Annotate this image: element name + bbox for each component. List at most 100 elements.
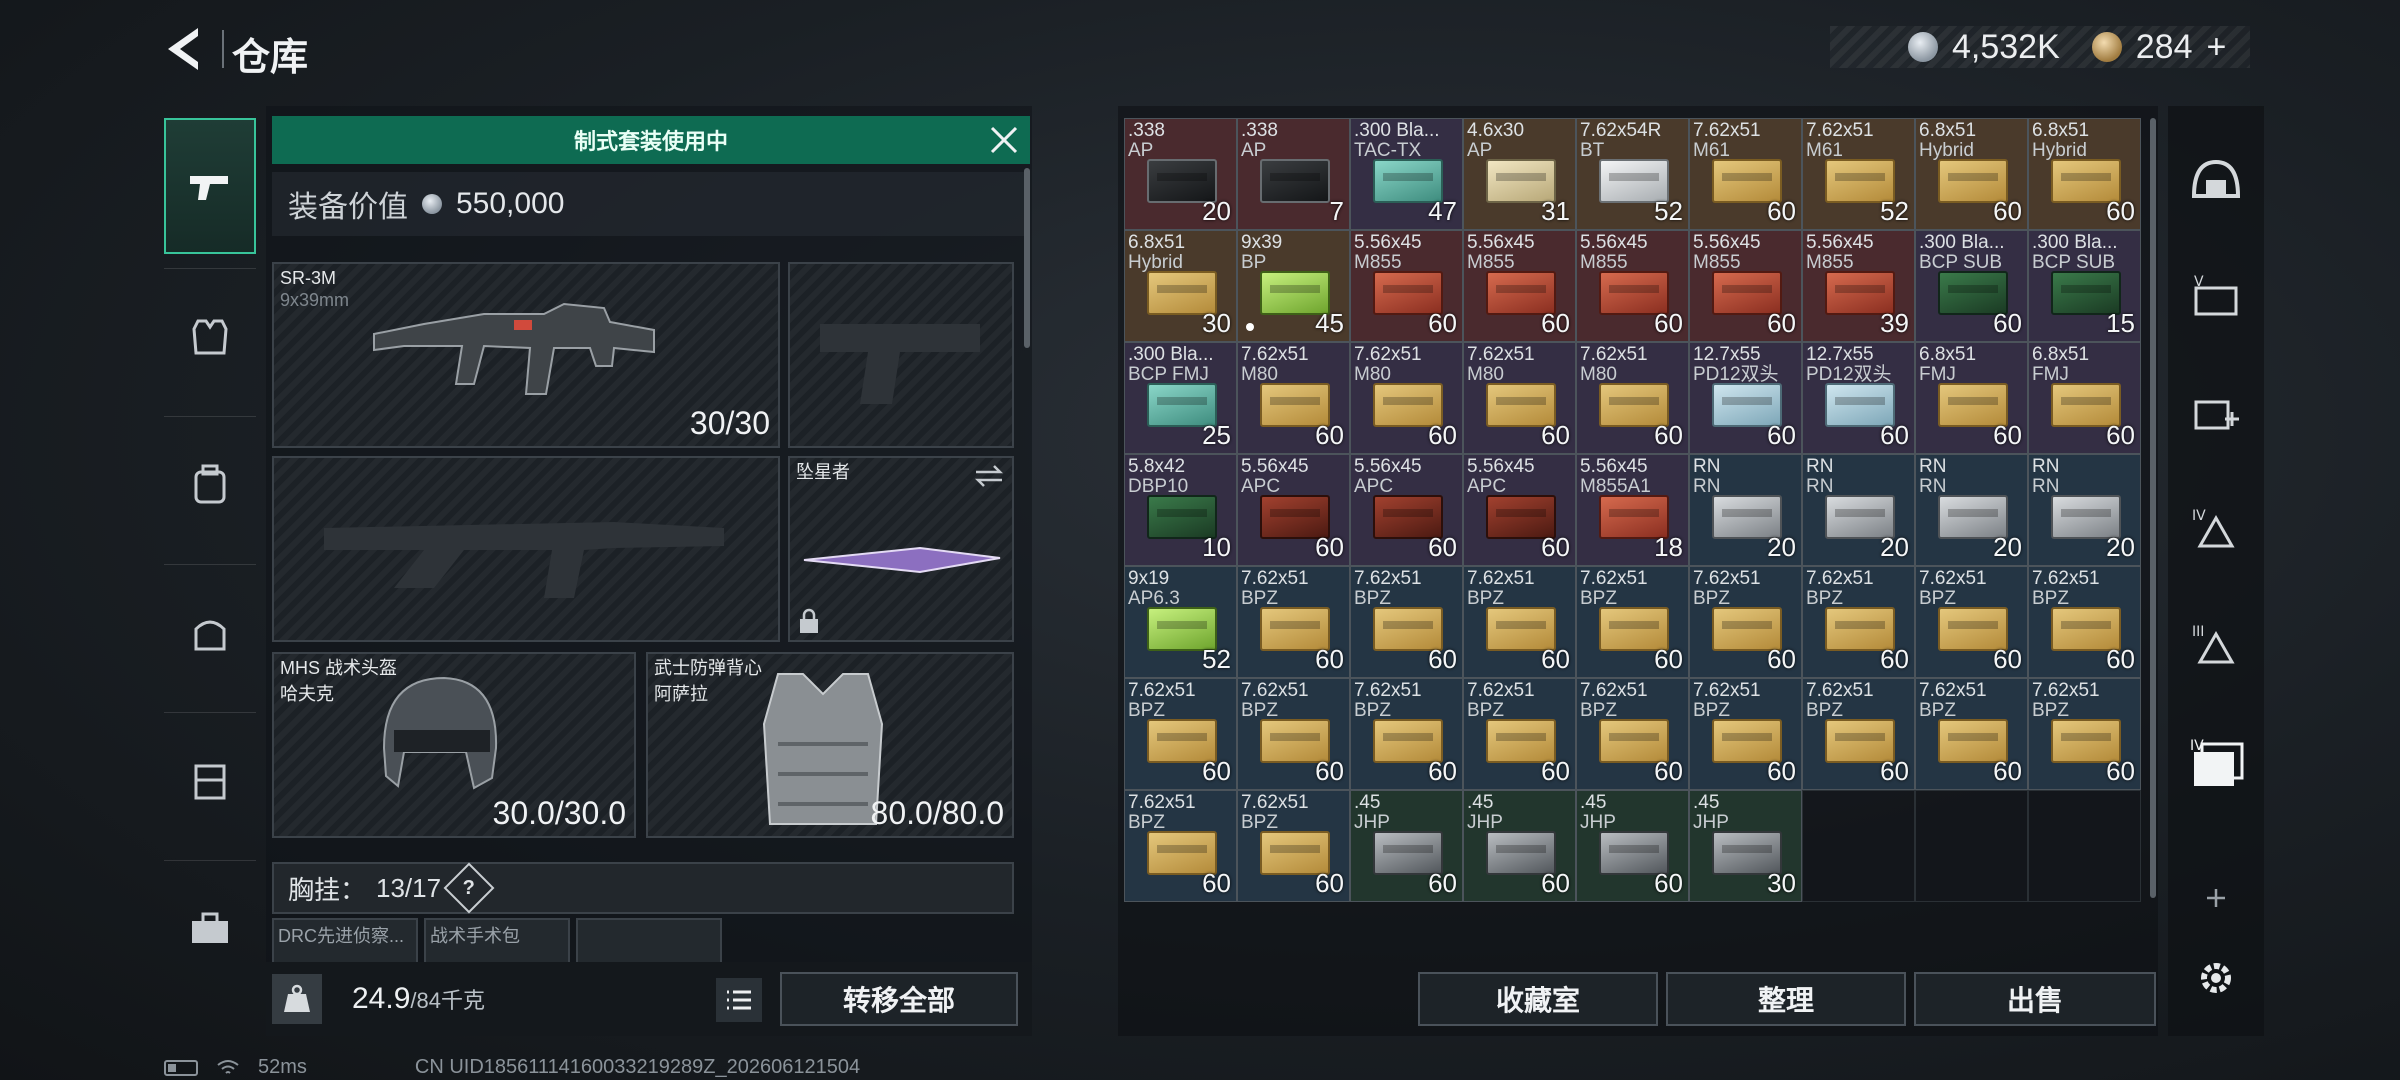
category-backpack[interactable] <box>164 416 256 552</box>
inventory-item[interactable]: 7.62x51 M80 60 <box>1576 342 1689 454</box>
pistol-slot[interactable] <box>788 262 1014 448</box>
item-caliber: 7.62x51 <box>2032 568 2100 589</box>
inventory-item[interactable]: 5.56x45 APC 60 <box>1350 454 1463 566</box>
armor-iii-filter-icon[interactable]: III <box>2176 606 2256 686</box>
inventory-item[interactable]: 7.62x51 BPZ 60 <box>1576 566 1689 678</box>
close-preset-button[interactable] <box>986 122 1022 158</box>
inventory-item[interactable]: 9x39 BP 45 <box>1237 230 1350 342</box>
inventory-item[interactable]: .300 Bla... TAC-TX 47 <box>1350 118 1463 230</box>
inventory-item[interactable]: .300 Bla... BCP FMJ 25 <box>1124 342 1237 454</box>
chest-rig-row[interactable]: 胸挂： 13/17 ? <box>272 862 1014 914</box>
helmet-filter-icon[interactable] <box>2176 140 2256 220</box>
inventory-item[interactable]: RN RN 20 <box>2028 454 2141 566</box>
category-rig[interactable] <box>164 712 256 848</box>
inventory-item[interactable]: .45 JHP 60 <box>1463 790 1576 902</box>
add-filter-button[interactable] <box>2176 858 2256 938</box>
inventory-item[interactable]: 7.62x51 BPZ 60 <box>1802 678 1915 790</box>
inventory-item[interactable]: .300 Bla... BCP SUB 60 <box>1915 230 2028 342</box>
category-bag[interactable] <box>164 564 256 700</box>
inventory-item[interactable]: 7.62x51 M61 52 <box>1802 118 1915 230</box>
inventory-item[interactable]: 7.62x51 BPZ 60 <box>1576 678 1689 790</box>
armor-slot[interactable]: 武士防弹背心 阿萨拉 80.0/80.0 <box>646 652 1014 838</box>
inventory-item[interactable]: 6.8x51 FMJ 60 <box>2028 342 2141 454</box>
inventory-item[interactable]: 7.62x51 BPZ 60 <box>1237 566 1350 678</box>
inventory-item[interactable]: 7.62x51 BPZ 60 <box>1350 566 1463 678</box>
case-iv-filter-icon[interactable]: IV <box>2176 726 2256 806</box>
inventory-scrollbar[interactable] <box>2150 118 2156 898</box>
inventory-item[interactable]: 7.62x51 BPZ 60 <box>2028 678 2141 790</box>
inventory-item[interactable]: 6.8x51 Hybrid 60 <box>1915 118 2028 230</box>
inventory-item[interactable]: 7.62x51 BPZ 60 <box>2028 566 2141 678</box>
inventory-item[interactable]: RN RN 20 <box>1915 454 2028 566</box>
inventory-item[interactable]: 7.62x51 BPZ 60 <box>1689 678 1802 790</box>
empty-slot[interactable] <box>2028 790 2141 902</box>
empty-slot[interactable] <box>1915 790 2028 902</box>
inventory-item[interactable]: 5.56x45 APC 60 <box>1463 454 1576 566</box>
medkit-filter-icon[interactable] <box>2176 372 2256 452</box>
transfer-all-button[interactable]: 转移全部 <box>780 972 1018 1026</box>
inventory-item[interactable]: RN RN 20 <box>1802 454 1915 566</box>
inventory-item[interactable]: 12.7x55 PD12双头 60 <box>1689 342 1802 454</box>
inventory-item[interactable]: 9x19 AP6.3 52 <box>1124 566 1237 678</box>
back-button[interactable] <box>160 22 210 76</box>
inventory-item[interactable]: 7.62x51 BPZ 60 <box>1237 678 1350 790</box>
armor-iv-filter-icon[interactable]: IV <box>2176 490 2256 570</box>
inventory-item[interactable]: 7.62x51 BPZ 60 <box>1802 566 1915 678</box>
inventory-item[interactable]: 6.8x51 Hybrid 60 <box>2028 118 2141 230</box>
category-armor[interactable] <box>164 268 256 404</box>
settings-button[interactable] <box>2176 938 2256 1018</box>
category-tools[interactable] <box>164 860 256 996</box>
collection-room-button[interactable]: 收藏室 <box>1418 972 1658 1026</box>
inventory-item[interactable]: 6.8x51 Hybrid 30 <box>1124 230 1237 342</box>
add-currency-button[interactable]: + <box>2207 28 2227 67</box>
sort-button[interactable]: 整理 <box>1666 972 1906 1026</box>
help-icon[interactable]: ? <box>443 862 495 914</box>
loadout-scrollbar[interactable] <box>1024 168 1030 348</box>
sell-button[interactable]: 出售 <box>1914 972 2156 1026</box>
inventory-item[interactable]: 5.56x45 M855A1 18 <box>1576 454 1689 566</box>
armor-v-filter-icon[interactable]: V <box>2176 256 2256 336</box>
inventory-item[interactable]: .300 Bla... BCP SUB 15 <box>2028 230 2141 342</box>
inventory-item[interactable]: 4.6x30 AP 31 <box>1463 118 1576 230</box>
rig-item-slot[interactable]: 战术手术包 <box>424 918 570 964</box>
inventory-item[interactable]: 7.62x51 BPZ 60 <box>1237 790 1350 902</box>
inventory-item[interactable]: 7.62x51 BPZ 60 <box>1915 678 2028 790</box>
helmet-slot[interactable]: MHS 战术头盔 哈夫克 30.0/30.0 <box>272 652 636 838</box>
inventory-item[interactable]: .45 JHP 60 <box>1576 790 1689 902</box>
rig-item-slot[interactable] <box>576 918 722 964</box>
inventory-item[interactable]: 7.62x51 BPZ 60 <box>1915 566 2028 678</box>
inventory-item[interactable]: 7.62x51 BPZ 60 <box>1463 678 1576 790</box>
inventory-item[interactable]: .45 JHP 30 <box>1689 790 1802 902</box>
list-view-button[interactable] <box>716 978 762 1022</box>
inventory-item[interactable]: 5.56x45 APC 60 <box>1237 454 1350 566</box>
inventory-item[interactable]: 5.8x42 DBP10 10 <box>1124 454 1237 566</box>
melee-slot[interactable]: 坠星者 <box>788 456 1014 642</box>
empty-slot[interactable] <box>1802 790 1915 902</box>
category-weapons[interactable] <box>164 118 256 254</box>
inventory-item[interactable]: 5.56x45 M855 60 <box>1689 230 1802 342</box>
inventory-item[interactable]: 7.62x51 BPZ 60 <box>1124 790 1237 902</box>
inventory-item[interactable]: 7.62x54R BT 52 <box>1576 118 1689 230</box>
secondary-weapon-slot[interactable] <box>272 456 780 642</box>
inventory-item[interactable]: RN RN 20 <box>1689 454 1802 566</box>
inventory-item[interactable]: .338 AP 20 <box>1124 118 1237 230</box>
inventory-item[interactable]: 7.62x51 M80 60 <box>1463 342 1576 454</box>
rig-item-slot[interactable]: DRC先进侦察... <box>272 918 418 964</box>
inventory-item[interactable]: 7.62x51 BPZ 60 <box>1689 566 1802 678</box>
inventory-item[interactable]: 7.62x51 M61 60 <box>1689 118 1802 230</box>
inventory-item[interactable]: .45 JHP 60 <box>1350 790 1463 902</box>
inventory-item[interactable]: 12.7x55 PD12双头 60 <box>1802 342 1915 454</box>
inventory-item[interactable]: 7.62x51 M80 60 <box>1350 342 1463 454</box>
inventory-item[interactable]: 7.62x51 BPZ 60 <box>1350 678 1463 790</box>
inventory-item[interactable]: 5.56x45 M855 39 <box>1802 230 1915 342</box>
inventory-item[interactable]: .338 AP 7 <box>1237 118 1350 230</box>
inventory-item[interactable]: 6.8x51 FMJ 60 <box>1915 342 2028 454</box>
swap-icon[interactable] <box>974 464 1004 488</box>
inventory-item[interactable]: 5.56x45 M855 60 <box>1576 230 1689 342</box>
inventory-item[interactable]: 7.62x51 BPZ 60 <box>1124 678 1237 790</box>
inventory-item[interactable]: 7.62x51 BPZ 60 <box>1463 566 1576 678</box>
inventory-item[interactable]: 7.62x51 M80 60 <box>1237 342 1350 454</box>
inventory-item[interactable]: 5.56x45 M855 60 <box>1463 230 1576 342</box>
inventory-item[interactable]: 5.56x45 M855 60 <box>1350 230 1463 342</box>
primary-weapon-slot[interactable]: SR-3M 9x39mm 30/30 <box>272 262 780 448</box>
